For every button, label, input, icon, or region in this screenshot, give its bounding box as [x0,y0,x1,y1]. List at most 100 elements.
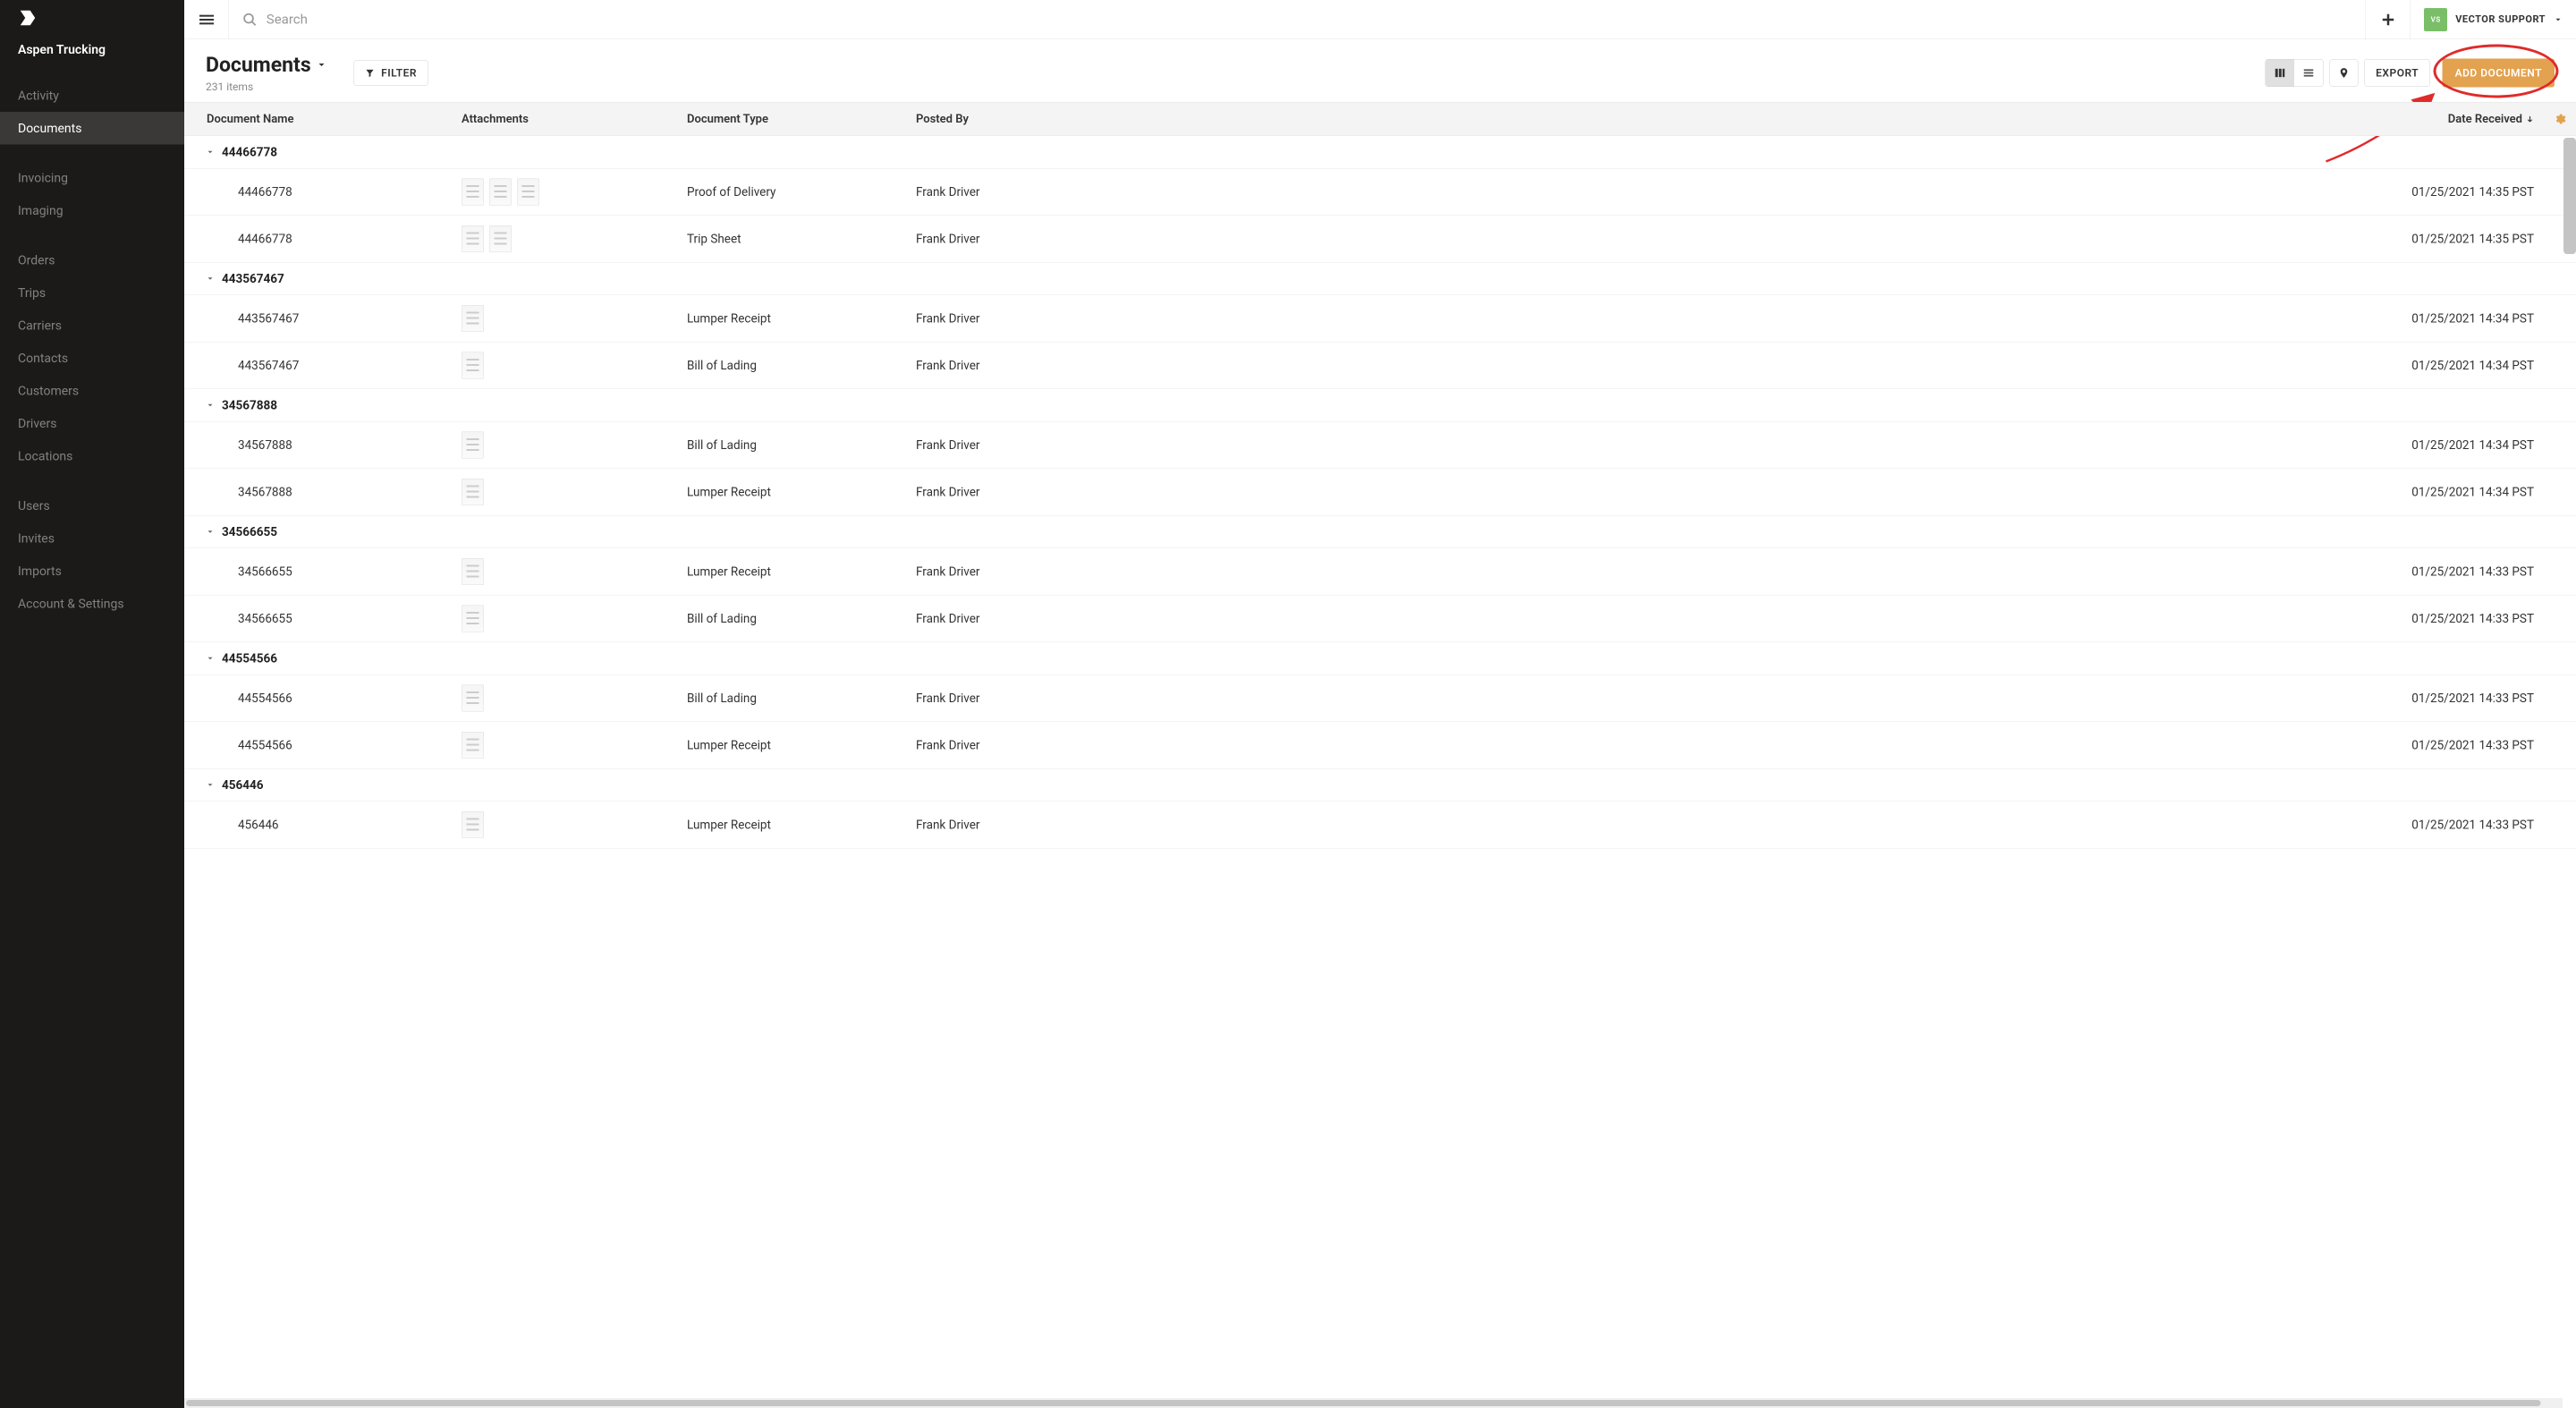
add-document-label: ADD DOCUMENT [2455,67,2542,80]
cell-name: 456446 [184,808,462,842]
group-row[interactable]: 443567467 [184,263,2576,296]
sidebar-item-orders[interactable]: Orders [0,244,184,277]
table-settings-button[interactable] [2545,103,2576,136]
cell-name: 44554566 [184,728,462,762]
table-row[interactable]: 443567467Bill of LadingFrank Driver01/25… [184,343,2576,390]
sidebar-item-activity[interactable]: Activity [0,80,184,113]
user-avatar: VS [2424,8,2447,31]
group-row[interactable]: 34567888 [184,389,2576,422]
cell-attachments [462,295,687,342]
attachment-thumbnail[interactable] [462,606,484,632]
topbar: VS VECTOR SUPPORT [184,0,2576,39]
cell-name: 443567467 [184,349,462,383]
cell-posted: Frank Driver [916,682,1144,716]
table-row[interactable]: 443567467Lumper ReceiptFrank Driver01/25… [184,295,2576,343]
cell-type: Proof of Delivery [687,175,916,209]
group-row[interactable]: 34566655 [184,516,2576,549]
attachment-thumbnail[interactable] [489,225,512,252]
sidebar-item-imports[interactable]: Imports [0,555,184,588]
add-document-button[interactable]: ADD DOCUMENT [2443,59,2555,88]
attachment-thumbnail[interactable] [462,225,484,252]
cell-date: 01/25/2021 14:33 PST [1144,728,2545,762]
sidebar: Aspen Trucking ActivityDocuments Invoicin… [0,0,184,1408]
cell-type: Bill of Lading [687,428,916,462]
chevron-down-icon [206,781,215,790]
cell-date: 01/25/2021 14:33 PST [1144,682,2545,716]
sidebar-item-account-settings[interactable]: Account & Settings [0,588,184,621]
attachment-thumbnail[interactable] [462,432,484,459]
cell-type: Bill of Lading [687,602,916,636]
group-row[interactable]: 44466778 [184,136,2576,169]
vertical-scrollbar[interactable] [2563,138,2576,254]
chevron-down-icon [206,528,215,537]
attachment-thumbnail[interactable] [462,305,484,332]
attachment-thumbnail[interactable] [462,179,484,206]
table-row[interactable]: 34566655 Bill of LadingFrank Driver01/25/… [184,596,2576,643]
col-header-attachments[interactable]: Attachments [462,103,687,136]
search-input[interactable] [267,12,2352,28]
sidebar-item-invoicing[interactable]: Invoicing [0,162,184,195]
sidebar-item-carriers[interactable]: Carriers [0,310,184,343]
attachment-thumbnail[interactable] [462,352,484,379]
attachment-thumbnail[interactable] [462,811,484,838]
table-row[interactable]: 34567888Lumper ReceiptFrank Driver01/25/… [184,469,2576,516]
table-row[interactable]: 44554566Lumper ReceiptFrank Driver01/25/… [184,722,2576,769]
sidebar-item-contacts[interactable]: Contacts [0,342,184,375]
sidebar-item-imaging[interactable]: Imaging [0,194,184,227]
add-button[interactable] [2366,0,2411,39]
export-label: EXPORT [2376,67,2419,80]
attachment-thumbnail[interactable] [462,685,484,712]
sidebar-item-locations[interactable]: Locations [0,440,184,473]
filter-button[interactable]: FILTER [354,60,428,86]
col-header-type[interactable]: Document Type [687,103,916,136]
page-title[interactable]: Documents [206,53,327,77]
sidebar-item-users[interactable]: Users [0,489,184,522]
filter-icon [365,68,375,78]
cell-posted: Frank Driver [916,555,1144,589]
sidebar-item-customers[interactable]: Customers [0,375,184,408]
table-row[interactable]: 44466778Proof of DeliveryFrank Driver01/… [184,169,2576,216]
sidebar-item-trips[interactable]: Trips [0,276,184,310]
cell-name: 44466778 [184,175,462,209]
sidebar-item-documents[interactable]: Documents [0,112,184,145]
cell-attachments [462,422,687,469]
main: VS VECTOR SUPPORT Documents 231 items FI… [184,0,2576,1408]
attachment-thumbnail[interactable] [462,732,484,759]
group-row[interactable]: 44554566 [184,642,2576,675]
cell-date: 01/25/2021 14:33 PST [1144,602,2545,636]
cell-name: 34567888 [184,475,462,509]
table-row[interactable]: 34566655Lumper ReceiptFrank Driver01/25/… [184,548,2576,596]
table-row[interactable]: 34567888Bill of LadingFrank Driver01/25/… [184,422,2576,470]
sidebar-item-invites[interactable]: Invites [0,522,184,556]
export-button[interactable]: EXPORT [2365,59,2430,87]
table-row[interactable]: 44554566Bill of LadingFrank Driver01/25/… [184,675,2576,723]
view-columns-button[interactable] [2266,60,2294,87]
col-header-date[interactable]: Date Received [1144,103,2545,136]
sidebar-item-drivers[interactable]: Drivers [0,407,184,440]
view-list-button[interactable] [2294,60,2323,87]
cell-type: Lumper Receipt [687,555,916,589]
cell-name: 34566655 [184,602,462,636]
table-row[interactable]: 456446Lumper ReceiptFrank Driver01/25/20… [184,802,2576,849]
menu-button[interactable] [184,0,229,39]
user-menu[interactable]: VS VECTOR SUPPORT [2411,0,2576,39]
logo-icon [18,8,38,28]
col-header-posted[interactable]: Posted By [916,103,1144,136]
cell-attachments [462,675,687,722]
table-row[interactable]: 44466778Trip SheetFrank Driver01/25/2021… [184,216,2576,263]
company-name: Aspen Trucking [0,31,184,80]
chevron-down-icon [317,60,327,71]
attachment-thumbnail[interactable] [489,179,512,206]
col-header-name[interactable]: Document Name [184,103,462,136]
cell-date: 01/25/2021 14:34 PST [1144,428,2545,462]
attachment-thumbnail[interactable] [517,179,539,206]
horizontal-scrollbar[interactable] [184,1398,2563,1408]
cell-posted: Frank Driver [916,602,1144,636]
group-row[interactable]: 456446 [184,769,2576,802]
attachment-thumbnail[interactable] [462,558,484,585]
cell-attachments [462,596,687,642]
chevron-down-icon [206,275,215,284]
attachment-thumbnail[interactable] [462,479,484,505]
map-button[interactable] [2330,60,2359,87]
cell-posted: Frank Driver [916,808,1144,842]
